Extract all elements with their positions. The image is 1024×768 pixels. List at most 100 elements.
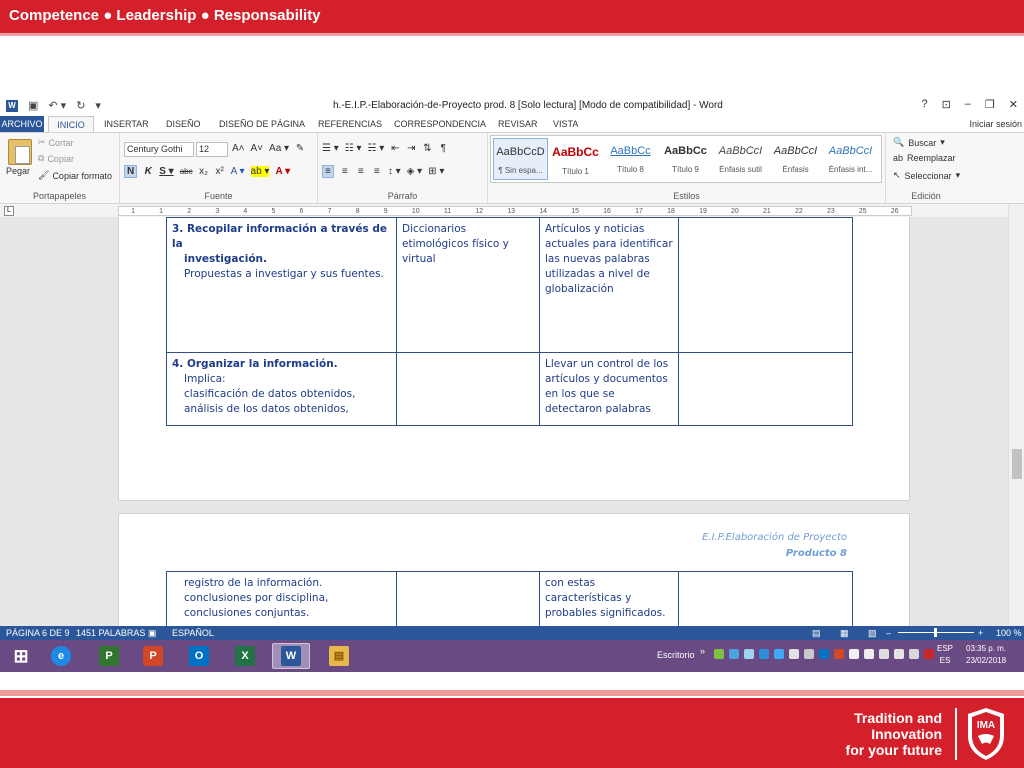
read-mode-icon[interactable]: ▤ <box>812 628 821 639</box>
zoom-level[interactable]: 100 % <box>996 628 1022 638</box>
table-cell[interactable] <box>678 217 853 353</box>
justify-button[interactable]: ≡ <box>372 166 382 177</box>
clock[interactable]: 03:35 p. m. 23/02/2018 <box>966 643 1006 667</box>
minimize-button[interactable]: – <box>965 98 971 111</box>
find-button[interactable]: 🔍 Buscar ▾ <box>893 137 945 148</box>
change-case-button[interactable]: Aa ▾ <box>269 143 289 154</box>
scrollbar-thumb[interactable] <box>1012 449 1022 479</box>
tab-diseno-pagina[interactable]: DISEÑO DE PÁGINA <box>219 116 305 132</box>
tray-device-icon[interactable] <box>804 649 814 659</box>
select-button[interactable]: ↖ Seleccionar ▾ <box>893 170 960 181</box>
tray-document-icon[interactable] <box>789 649 799 659</box>
word-count[interactable]: 1451 PALABRAS <box>76 628 145 638</box>
style-titulo-9[interactable]: AaBbCc Título 9 <box>658 138 713 180</box>
table-cell[interactable]: 4. Organizar la información. Implica: cl… <box>166 352 397 426</box>
print-layout-icon[interactable]: ▦ <box>840 628 849 639</box>
font-color-button[interactable]: A ▾ <box>275 166 290 177</box>
taskbar-project[interactable]: P <box>90 643 128 669</box>
style-enfasis-intenso[interactable]: AaBbCcI Énfasis int... <box>823 138 878 180</box>
style-sin-espaciado[interactable]: AaBbCcD ¶ Sin espa... <box>493 138 548 180</box>
table-cell[interactable]: Artículos y noticias actuales para ident… <box>539 217 679 353</box>
zoom-slider-thumb[interactable] <box>934 628 937 637</box>
shrink-font-button[interactable]: A˅ <box>251 143 264 154</box>
underline-button[interactable]: S ▾ <box>159 166 173 177</box>
italic-button[interactable]: K <box>143 166 153 177</box>
highlight-button[interactable]: ab ▾ <box>250 166 270 177</box>
customize-toolbar-icon[interactable]: ▾ <box>95 99 101 112</box>
table-cell[interactable]: con estas características y probables si… <box>539 571 679 626</box>
style-enfasis-sutil[interactable]: AaBbCcI Énfasis sutil <box>713 138 768 180</box>
paste-button[interactable]: Pegar <box>6 166 30 176</box>
taskbar-word[interactable]: W <box>272 643 310 669</box>
tab-revisar[interactable]: REVISAR <box>498 116 538 132</box>
tray-alert-icon[interactable] <box>924 649 934 659</box>
taskbar-powerpoint[interactable]: P <box>134 643 172 669</box>
tab-insertar[interactable]: INSERTAR <box>104 116 149 132</box>
multilevel-list-button[interactable]: ☵ ▾ <box>368 143 385 154</box>
bullets-button[interactable]: ☰ ▾ <box>322 143 339 154</box>
align-center-button[interactable]: ≡ <box>340 166 350 177</box>
tray-sync-icon[interactable] <box>759 649 769 659</box>
shading-button[interactable]: ◈ ▾ <box>407 166 423 177</box>
table-cell[interactable]: registro de la información. conclusiones… <box>166 571 397 626</box>
clear-format-button[interactable]: ✎ <box>295 143 305 154</box>
font-family-select[interactable]: Century Gothi <box>124 142 194 157</box>
table-cell[interactable]: Llevar un control de los artículos y doc… <box>539 352 679 426</box>
table-cell[interactable] <box>396 352 540 426</box>
line-spacing-button[interactable]: ↕ ▾ <box>388 166 401 177</box>
tab-archivo[interactable]: ARCHIVO <box>0 116 44 132</box>
help-button[interactable]: ? <box>921 98 927 111</box>
zoom-in-button[interactable]: + <box>978 628 983 638</box>
tray-usb-icon[interactable] <box>864 649 874 659</box>
tray-outlook-icon[interactable] <box>819 649 829 659</box>
show-marks-button[interactable]: ¶ <box>438 143 448 154</box>
tray-cloud-icon[interactable] <box>744 649 754 659</box>
tab-vista[interactable]: VISTA <box>553 116 578 132</box>
chevron-right-icon[interactable]: » <box>700 646 705 656</box>
numbering-button[interactable]: ☷ ▾ <box>345 143 362 154</box>
redo-icon[interactable]: ↻ <box>76 99 85 112</box>
page-count[interactable]: PÁGINA 6 DE 9 <box>6 628 70 638</box>
web-layout-icon[interactable]: ▧ <box>868 628 877 639</box>
style-titulo-1[interactable]: AaBbCc Título 1 <box>548 138 603 180</box>
tab-inicio[interactable]: INICIO <box>48 116 94 132</box>
format-painter-button[interactable]: 🖌 Copiar formato <box>38 170 112 181</box>
word-app-icon[interactable]: W <box>6 99 18 112</box>
proofing-icon[interactable]: ▣ <box>148 628 157 639</box>
decrease-indent-button[interactable]: ⇤ <box>390 143 400 154</box>
desktop-toolbar-label[interactable]: Escritorio <box>657 650 695 660</box>
table-cell[interactable] <box>678 571 853 626</box>
font-size-select[interactable]: 12 <box>196 142 228 157</box>
vertical-scrollbar[interactable] <box>1008 205 1024 626</box>
sign-in-link[interactable]: Iniciar sesión <box>969 116 1022 132</box>
tray-flag-icon[interactable] <box>894 649 904 659</box>
subscript-button[interactable]: x₂ <box>199 166 209 177</box>
tab-diseno[interactable]: DISEÑO <box>166 116 201 132</box>
start-button[interactable]: ⊞ <box>2 643 40 669</box>
bold-button[interactable]: N <box>124 165 138 178</box>
cut-button[interactable]: ✂ Cortar <box>38 137 74 148</box>
paste-icon[interactable] <box>8 139 32 165</box>
style-enfasis[interactable]: AaBbCcI Énfasis <box>768 138 823 180</box>
tray-check-icon[interactable] <box>714 649 724 659</box>
align-left-button[interactable]: ≡ <box>322 165 334 178</box>
increase-indent-button[interactable]: ⇥ <box>406 143 416 154</box>
tray-display-icon[interactable] <box>909 649 919 659</box>
tab-correspondencia[interactable]: CORRESPONDENCIA <box>394 116 486 132</box>
table-cell[interactable] <box>678 352 853 426</box>
superscript-button[interactable]: x² <box>215 166 225 177</box>
table-cell[interactable] <box>396 571 540 626</box>
grow-font-button[interactable]: A˄ <box>232 143 245 154</box>
tab-stop-selector[interactable]: L <box>4 206 14 216</box>
taskbar-excel[interactable]: X <box>226 643 264 669</box>
save-icon[interactable]: ▣ <box>28 99 38 112</box>
ribbon-display-button[interactable]: ⊡ <box>942 98 951 111</box>
tray-volume-icon[interactable] <box>849 649 859 659</box>
style-titulo-8[interactable]: AaBbCc Título 8 <box>603 138 658 180</box>
restore-button[interactable]: ❐ <box>985 98 995 111</box>
input-language[interactable]: ESP ES <box>937 643 953 667</box>
tray-network-icon[interactable] <box>729 649 739 659</box>
text-effects-button[interactable]: A ▾ <box>231 166 245 177</box>
zoom-out-button[interactable]: – <box>886 628 891 638</box>
table-cell[interactable]: Diccionarios etimológicos físico y virtu… <box>396 217 540 353</box>
